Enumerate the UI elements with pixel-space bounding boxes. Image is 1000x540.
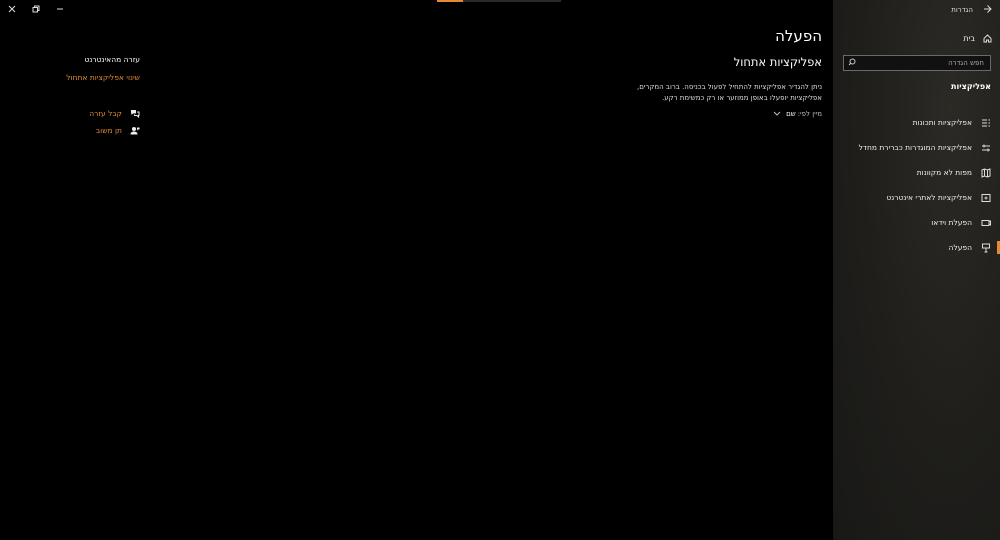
close-button[interactable] (5, 3, 19, 15)
change-startup-apps-link[interactable]: שינוי אפליקציות אתחול (66, 73, 140, 82)
sidebar-item-label: אפליקציות לאתרי אינטרנט (886, 193, 972, 202)
sidebar-item-default-apps[interactable]: אפליקציות המוגדרות כברירת מחדל (833, 135, 1000, 160)
sidebar-item-home[interactable]: בית (841, 32, 992, 44)
help-title: עזרה מהאינטרנט (84, 55, 140, 64)
minimize-icon (57, 8, 63, 10)
search-input[interactable] (866, 58, 986, 68)
sidebar-item-label: אפליקציות המוגדרות כברירת מחדל (858, 143, 972, 152)
restore-button[interactable] (29, 3, 43, 15)
settings-sidebar: הגדרות בית אפליקציות אפליקציות ותכונות א… (833, 0, 1000, 540)
sidebar-item-offline-maps[interactable]: מפות לא מקוונות (833, 160, 1000, 185)
sort-value: שם (786, 110, 796, 118)
sidebar-item-label: הפעלת וידאו (931, 218, 972, 227)
loading-progress (437, 0, 561, 2)
sidebar-item-label: אפליקציות ותכונות (912, 118, 972, 127)
settings-search-box[interactable] (843, 55, 991, 71)
video-playback-icon (981, 219, 991, 226)
sidebar-header: הגדרות (841, 4, 992, 16)
sort-label: מיין לפי: (797, 110, 822, 118)
give-feedback-label: תן משוב (95, 126, 122, 135)
sidebar-item-startup[interactable]: הפעלה (833, 235, 1000, 260)
give-feedback-link[interactable]: תן משוב (96, 126, 140, 135)
chevron-down-icon (773, 110, 781, 118)
apps-for-websites-icon (981, 193, 991, 202)
sidebar-item-label: בית (963, 33, 975, 43)
close-icon (8, 5, 16, 13)
default-apps-icon (982, 144, 990, 151)
section-heading: אפליקציות אתחול (733, 55, 822, 69)
sidebar-item-video-playback[interactable]: הפעלת וידאו (833, 210, 1000, 235)
search-icon (848, 58, 856, 68)
get-help-label: קבל עזרה (89, 109, 122, 118)
back-arrow-icon (984, 5, 992, 13)
home-icon (983, 33, 992, 42)
back-button[interactable] (983, 5, 992, 15)
apps-list-icon (982, 119, 990, 126)
window-title: הגדרות (951, 6, 973, 14)
page-title: הפעלה (775, 27, 822, 45)
startup-icon (982, 243, 990, 252)
sidebar-item-apps-features[interactable]: אפליקציות ותכונות (833, 110, 1000, 135)
restore-icon (32, 5, 40, 13)
sidebar-item-label: הפעלה (948, 243, 972, 252)
offline-maps-icon (981, 167, 991, 178)
sidebar-item-apps-for-websites[interactable]: אפליקציות לאתרי אינטרנט (833, 185, 1000, 210)
sidebar-nav: אפליקציות ותכונות אפליקציות המוגדרות כבר… (833, 110, 1000, 260)
sidebar-item-label: מפות לא מקוונות (916, 168, 972, 177)
minimize-button[interactable] (53, 3, 67, 15)
chat-help-icon (131, 110, 140, 118)
description-line: אפליקציות יופעלו באופן ממוזער או רק כמשי… (662, 93, 822, 102)
get-help-link[interactable]: קבל עזרה (89, 109, 140, 118)
sort-dropdown[interactable]: מיין לפי: שם (773, 110, 822, 118)
section-title: אפליקציות (951, 82, 991, 91)
feedback-icon (130, 127, 140, 135)
description-text: ניתן להגדיר אפליקציות להתחיל לפעול בכניס… (592, 82, 822, 103)
description-line: ניתן להגדיר אפליקציות להתחיל לפעול בכניס… (637, 83, 822, 91)
